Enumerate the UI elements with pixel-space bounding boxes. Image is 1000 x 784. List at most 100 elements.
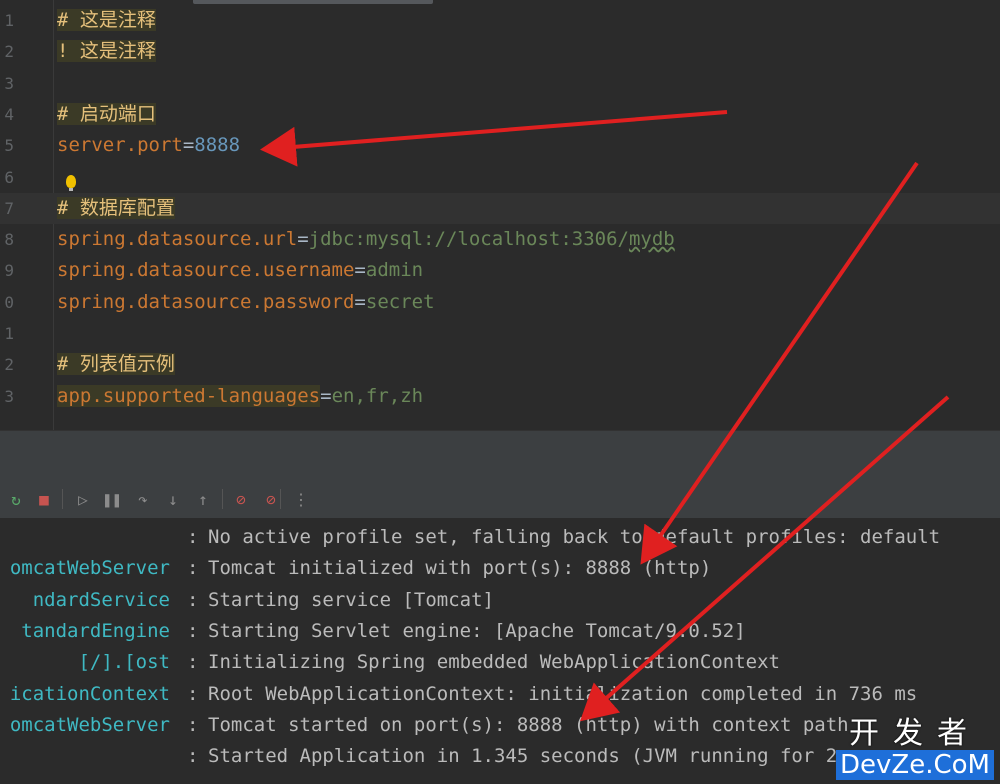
comment-text: 数据库配置	[79, 196, 175, 219]
property-value: secret	[365, 290, 435, 313]
line-number: 3	[4, 73, 14, 93]
property-value-typo: mydb	[628, 228, 675, 251]
code-editor[interactable]: 1 # 这是注释 2! 这是注释 3 4 # 启动端口 5 server.port=8888 6…	[0, 0, 1000, 430]
code-line[interactable]: 3	[0, 68, 1000, 99]
comment-marker: !	[57, 40, 69, 63]
line-number: 4	[4, 104, 14, 124]
logger-name: icationContext	[9, 682, 170, 705]
code-line[interactable]: 4 # 启动端口	[0, 99, 1000, 130]
view-breakpoints-icon[interactable]: ⊘	[230, 488, 252, 510]
line-number: 8	[4, 230, 14, 250]
log-separator: :	[187, 557, 199, 580]
code-line[interactable]: 7 # 数据库配置	[0, 192, 1000, 224]
console-line: omcatWebServer: Tomcat initialized with p…	[0, 553, 1000, 584]
comment-marker: #	[57, 353, 69, 376]
panel-divider[interactable]	[0, 430, 1000, 481]
comment-text: 这是注释	[79, 9, 156, 31]
property-equals: =	[182, 134, 195, 157]
log-separator: :	[187, 745, 199, 768]
line-code: ! 这是注释	[57, 36, 156, 67]
pause-icon[interactable]: ❚❚	[101, 488, 123, 510]
property-key: spring.datasource.username	[57, 259, 355, 282]
logger-name: omcatWebServer	[9, 713, 170, 736]
line-number: 5	[4, 136, 14, 156]
watermark-cn: 开发者	[849, 716, 981, 751]
code-line[interactable]: 2 # 列表值示例	[0, 349, 1000, 380]
log-separator: :	[187, 713, 199, 736]
run-toolbar: ↻ ■ ▷ ❚❚ ↷ ↓ ↑ ⊘ ⊘ ⋮	[0, 480, 1000, 519]
line-code: spring.datasource.url=jdbc:mysql://local…	[57, 224, 675, 255]
line-code: app.supported-languages=en,fr,zh	[57, 381, 423, 412]
horizontal-scrollbar[interactable]	[193, 0, 433, 4]
log-message: Tomcat initialized with port(s): 8888 (h…	[208, 557, 712, 580]
line-number: 3	[4, 386, 14, 406]
line-code: spring.datasource.username=admin	[57, 255, 423, 286]
code-line[interactable]: 3 app.supported-languages=en,fr,zh	[0, 381, 1000, 412]
log-message: No active profile set, falling back to d…	[208, 526, 941, 548]
watermark-en: DevZe.CoM	[836, 750, 994, 780]
line-number: 2	[4, 355, 14, 375]
console-line: tandardEngine: Starting Servlet engine: […	[0, 616, 1000, 647]
toolbar-separator	[222, 489, 223, 509]
code-line[interactable]: 0 spring.datasource.password=secret	[0, 287, 1000, 318]
code-line[interactable]: 2 ! 这是注释	[0, 36, 1000, 67]
resume-icon[interactable]: ▷	[72, 488, 94, 510]
console-line: : No active profile set, falling back to …	[0, 522, 1000, 553]
step-out-icon[interactable]: ↑	[192, 488, 214, 510]
line-number: 2	[4, 42, 14, 62]
toolbar-separator	[62, 489, 63, 509]
property-equals: =	[354, 290, 366, 313]
code-line[interactable]: 1	[0, 318, 1000, 349]
line-code: # 列表值示例	[57, 349, 175, 380]
lightbulb-icon[interactable]	[66, 175, 76, 191]
code-line[interactable]: 8 spring.datasource.url=jdbc:mysql://loca…	[0, 224, 1000, 255]
comment-text: 列表值示例	[79, 353, 175, 376]
comment-text: 启动端口	[79, 102, 156, 125]
logger-name: ndardService	[32, 588, 170, 611]
code-line[interactable]: 9 spring.datasource.username=admin	[0, 255, 1000, 286]
property-value: jdbc:mysql://localhost:3306/	[308, 228, 629, 251]
log-message: Tomcat started on port(s): 8888 (http) w…	[208, 713, 849, 736]
line-code: spring.datasource.password=secret	[57, 287, 435, 318]
rerun-icon[interactable]: ↻	[5, 488, 27, 510]
log-separator: :	[187, 619, 199, 642]
log-message: Initializing Spring embedded WebApplicat…	[208, 651, 780, 674]
property-equals: =	[320, 384, 332, 407]
log-message: Starting service [Tomcat]	[208, 588, 494, 611]
code-line[interactable]: 6	[0, 162, 1000, 193]
mute-breakpoints-icon[interactable]: ⊘	[260, 488, 282, 510]
comment-marker: #	[57, 196, 69, 219]
log-message: Root WebApplicationContext: initializati…	[208, 682, 918, 705]
comment-marker: #	[57, 9, 69, 31]
line-code: # 这是注释	[57, 5, 156, 36]
log-separator: :	[187, 588, 199, 611]
property-value: en,fr,zh	[331, 384, 424, 407]
line-number: 1	[4, 324, 14, 343]
log-separator: :	[187, 682, 199, 705]
property-value: 8888	[194, 134, 241, 157]
more-icon[interactable]: ⋮	[290, 488, 312, 510]
console-line: ndardService: Starting service [Tomcat]	[0, 585, 1000, 616]
property-value: admin	[365, 259, 424, 282]
line-number: 6	[4, 167, 14, 187]
comment-marker: #	[57, 102, 69, 125]
property-equals: =	[297, 228, 309, 251]
property-key: app.supported-languages	[57, 384, 321, 407]
code-line[interactable]: 5 server.port=8888	[0, 130, 1000, 161]
logger-name: omcatWebServer	[9, 557, 170, 580]
log-message: Started Application in 1.345 seconds (JV…	[208, 745, 849, 768]
watermark-logo: 开发者 DevZe.CoM	[836, 718, 994, 780]
property-key: spring.datasource.url	[57, 228, 298, 251]
line-number: 7	[4, 198, 14, 218]
step-into-icon[interactable]: ↓	[162, 488, 184, 510]
log-message: Starting Servlet engine: [Apache Tomcat/…	[208, 619, 746, 642]
step-over-icon[interactable]: ↷	[132, 488, 154, 510]
code-line[interactable]: 1 # 这是注释	[0, 5, 1000, 36]
log-separator: :	[187, 651, 199, 674]
line-number: 9	[4, 261, 14, 281]
line-code: server.port=8888	[57, 130, 240, 161]
toolbar-separator	[280, 489, 281, 509]
stop-icon[interactable]: ■	[33, 488, 55, 510]
property-key: spring.datasource.password	[57, 290, 355, 313]
logger-name: tandardEngine	[21, 619, 170, 642]
